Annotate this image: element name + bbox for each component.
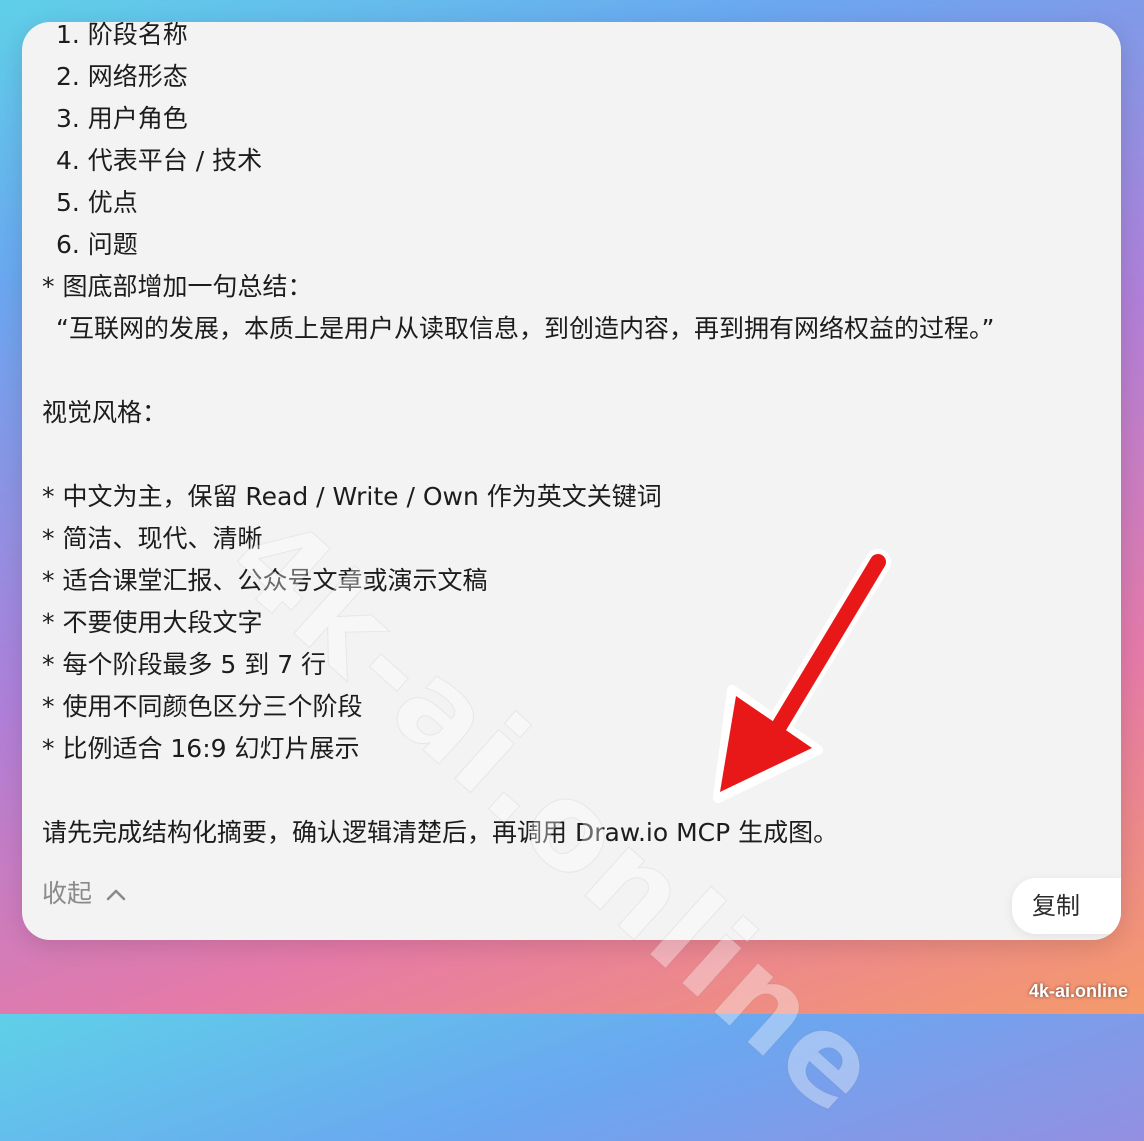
bullet-item: * 简洁、现代、清晰 (42, 524, 263, 553)
bullet-item: * 比例适合 16:9 幻灯片展示 (42, 734, 360, 763)
collapse-label: 收起 (42, 879, 93, 908)
collapse-button[interactable]: 收起 (42, 874, 126, 914)
list-item: 3. 用户角色 (56, 104, 188, 133)
bullet-item: * 中文为主，保留 Read / Write / Own 作为英文关键词 (42, 482, 662, 511)
bullet-item: * 每个阶段最多 5 到 7 行 (42, 650, 327, 679)
closing-instruction: 请先完成结构化摘要，确认逻辑清楚后，再调用 Draw.io MCP 生成图。 (42, 818, 839, 847)
bullet-item: * 适合课堂汇报、公众号文章或演示文稿 (42, 566, 488, 595)
list-item: 4. 代表平台 / 技术 (56, 146, 263, 175)
list-item: 6. 问题 (56, 230, 138, 259)
section-heading: 视觉风格： (42, 398, 168, 427)
list-item: 2. 网络形态 (56, 62, 188, 91)
bullet-item: * 使用不同颜色区分三个阶段 (42, 692, 363, 721)
red-arrow-annotation (700, 540, 900, 814)
summary-quote: “互联网的发展，本质上是用户从读取信息，到创造内容，再到拥有网络权益的过程。” (56, 314, 995, 343)
bullet-item: * 图底部增加一句总结： (42, 272, 313, 301)
copy-button[interactable]: 复制 (1012, 878, 1121, 934)
chevron-up-icon (106, 887, 126, 901)
corner-watermark: 4k-ai.online (1028, 981, 1128, 1001)
bullet-item: * 不要使用大段文字 (42, 608, 263, 637)
list-item: 1. 阶段名称 (56, 22, 188, 49)
message-card: 1. 阶段名称 2. 网络形态 3. 用户角色 4. 代表平台 / 技术 5. … (22, 22, 1121, 940)
list-item: 5. 优点 (56, 188, 138, 217)
